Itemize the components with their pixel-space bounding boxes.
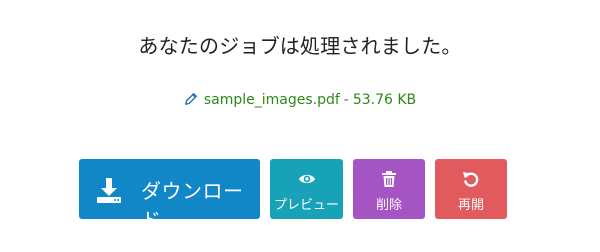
download-label: ダウンロード: [141, 179, 244, 232]
delete-button[interactable]: 削除: [353, 159, 425, 219]
download-button[interactable]: ダウンロード: [79, 159, 260, 232]
download-icon: [95, 176, 123, 204]
file-info: sample_images.pdf -53.76 KB: [0, 92, 600, 108]
pencil-icon[interactable]: [184, 92, 198, 106]
trash-icon: [380, 170, 398, 188]
restart-icon: [462, 170, 480, 188]
preview-button[interactable]: プレビュー: [270, 159, 343, 219]
file-size: 53.76 KB: [352, 92, 417, 108]
restart-button[interactable]: 再開: [435, 159, 507, 219]
job-complete-message: あなたのジョブは処理されました。: [138, 34, 462, 58]
delete-label: 削除: [375, 198, 402, 213]
restart-label: 再開: [457, 198, 484, 213]
file-separator: -: [343, 92, 349, 108]
eye-icon: [298, 170, 316, 188]
preview-label: プレビュー: [273, 198, 339, 213]
file-name: sample_images.pdf: [203, 92, 340, 108]
